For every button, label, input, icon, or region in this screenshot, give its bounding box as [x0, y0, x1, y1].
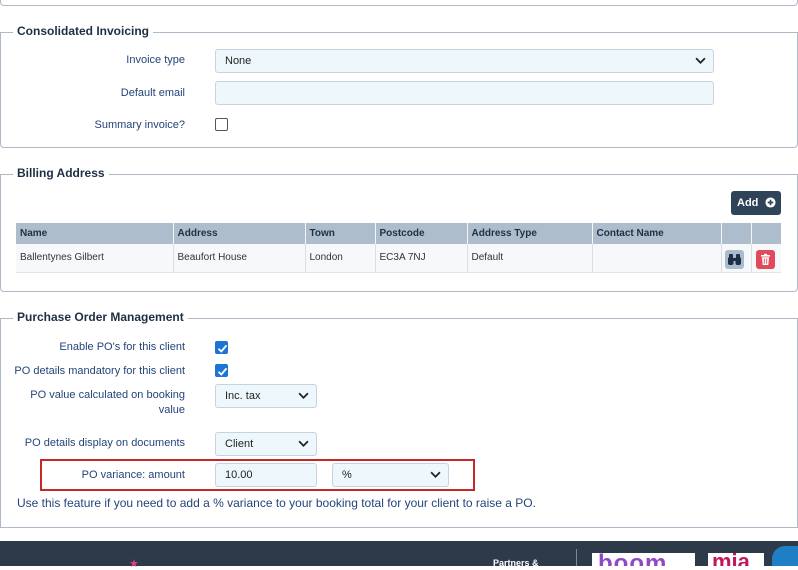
checkmark-icon [217, 367, 228, 376]
summary-invoice-checkbox[interactable] [215, 118, 228, 131]
table-row[interactable]: Ballentynes Gilbert Beaufort House Londo… [16, 244, 781, 273]
partners-text: Partners & [493, 558, 539, 568]
table-header-row: Name Address Town Postcode Address Type … [16, 223, 781, 244]
invoice-type-select[interactable]: None [215, 49, 714, 73]
mia-logo[interactable]: mia [708, 553, 764, 566]
column-header-name[interactable]: Name [16, 223, 174, 244]
cell-postcode: EC3A 7NJ [375, 244, 468, 273]
column-header-delete [751, 223, 781, 244]
cell-contact-name [592, 244, 722, 273]
plus-circle-icon [765, 197, 776, 208]
footer-divider [576, 549, 577, 566]
invoice-type-value: None [225, 55, 252, 67]
cell-name: Ballentynes Gilbert [16, 244, 174, 273]
column-header-postcode[interactable]: Postcode [375, 223, 468, 244]
po-help-text: Use this feature if you need to add a % … [17, 496, 536, 510]
cell-town: London [305, 244, 376, 273]
po-display-value: Client [225, 438, 254, 450]
enable-po-checkbox[interactable] [215, 341, 228, 354]
footer: ★ Partners & boom mia [0, 541, 798, 570]
badge-logo-icon[interactable] [772, 546, 798, 566]
column-header-contact-name[interactable]: Contact Name [592, 223, 722, 244]
view-address-button[interactable] [725, 250, 744, 269]
po-mandatory-checkbox[interactable] [215, 364, 228, 377]
po-display-select[interactable]: Client [215, 432, 317, 456]
chevron-down-icon [298, 392, 309, 399]
enable-po-label: Enable PO's for this client [59, 341, 185, 353]
binoculars-icon [728, 254, 741, 265]
chevron-down-icon [695, 57, 706, 64]
consolidated-invoicing-legend: Consolidated Invoicing [13, 24, 154, 38]
trash-icon [761, 253, 770, 265]
billing-address-table: Name Address Town Postcode Address Type … [16, 223, 781, 273]
summary-invoice-label: Summary invoice? [94, 119, 185, 131]
chevron-down-icon [298, 440, 309, 447]
po-variance-amount-field[interactable]: 10.00 [215, 463, 317, 487]
checkmark-icon [217, 344, 228, 353]
delete-address-button[interactable] [756, 250, 775, 269]
po-value-calc-select[interactable]: Inc. tax [215, 384, 317, 408]
po-variance-unit-value: % [342, 469, 352, 481]
boom-logo-text: boom [598, 553, 667, 566]
po-display-label: PO details display on documents [24, 437, 185, 449]
default-email-label: Default email [120, 87, 185, 99]
purchase-order-legend: Purchase Order Management [13, 310, 188, 324]
boom-logo[interactable]: boom [592, 553, 695, 566]
mia-logo-text: mia [712, 553, 750, 566]
column-header-view [721, 223, 752, 244]
column-header-address[interactable]: Address [173, 223, 306, 244]
footer-star-icon: ★ [129, 558, 139, 570]
po-variance-unit-select[interactable]: % [332, 463, 449, 487]
add-button-label: Add [737, 197, 759, 209]
column-header-town[interactable]: Town [305, 223, 376, 244]
po-mandatory-label: PO details mandatory for this client [14, 365, 185, 377]
column-header-address-type[interactable]: Address Type [467, 223, 593, 244]
invoice-type-label: Invoice type [126, 54, 185, 66]
po-value-calc-label: PO value calculated on booking value [30, 389, 185, 416]
po-value-calc-value: Inc. tax [225, 390, 261, 402]
add-address-button[interactable]: Add [731, 191, 781, 215]
billing-address-legend: Billing Address [13, 166, 109, 180]
chevron-down-icon [430, 471, 441, 478]
previous-section-edge [0, 0, 798, 6]
cell-address-type: Default [467, 244, 593, 273]
cell-address: Beaufort House [173, 244, 306, 273]
default-email-field[interactable] [215, 81, 714, 105]
po-variance-label: PO variance: amount [81, 469, 185, 481]
